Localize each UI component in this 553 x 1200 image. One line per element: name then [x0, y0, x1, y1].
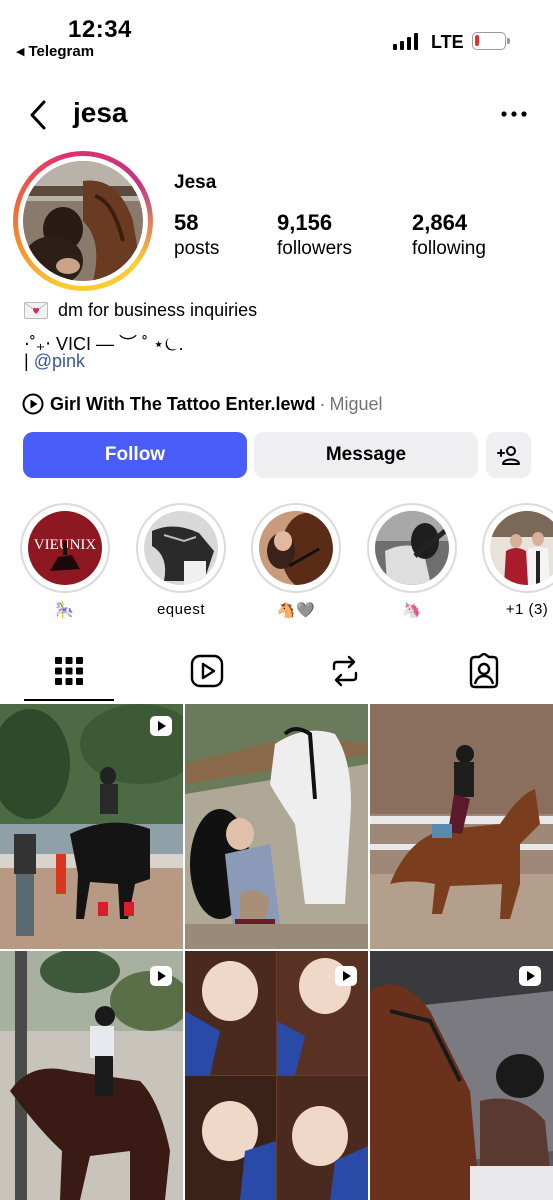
- back-app-label: Telegram: [28, 43, 95, 60]
- highlight-item[interactable]: 🐴🩶: [250, 503, 342, 619]
- tagged-icon[interactable]: [466, 653, 502, 689]
- chevron-left-icon[interactable]: [24, 98, 54, 132]
- signal-icon: [393, 33, 418, 50]
- followers-count[interactable]: 9,156 followers: [277, 210, 352, 260]
- more-horizontal-icon[interactable]: [498, 102, 530, 126]
- status-time: 12:34: [68, 16, 132, 43]
- highlight-caption: 🎠: [55, 602, 75, 619]
- bio-text-1: dm for business inquiries: [58, 300, 258, 320]
- following-value: 2,864: [412, 210, 468, 235]
- grid-post[interactable]: [0, 951, 183, 1200]
- highlight-caption: +1 (3): [505, 601, 549, 618]
- profile-username: jesa: [73, 97, 128, 128]
- status-bar: 12:34 ◀ Telegram LTE: [0, 0, 553, 70]
- followers-label: followers: [277, 238, 352, 259]
- following-label: following: [412, 238, 486, 259]
- reel-indicator-icon: [150, 966, 172, 986]
- posts-value: 58: [174, 210, 199, 235]
- followers-value: 9,156: [277, 210, 333, 235]
- profile-music[interactable]: Girl With The Tattoo Enter.lewd · Miguel: [22, 393, 383, 415]
- active-tab-indicator: [24, 699, 114, 701]
- music-separator: ·: [319, 393, 326, 414]
- reels-icon[interactable]: [189, 653, 225, 689]
- highlight-caption: 🐴🩶: [276, 602, 316, 619]
- highlight-item[interactable]: equest: [135, 503, 227, 618]
- back-triangle-icon: ◀: [16, 46, 25, 58]
- grid-post[interactable]: [370, 951, 553, 1200]
- follow-button[interactable]: Follow: [23, 432, 247, 478]
- highlight-caption: 🦄: [402, 602, 422, 619]
- battery-icon: [472, 32, 510, 50]
- add-person-icon: [496, 446, 520, 465]
- message-button[interactable]: Message: [254, 432, 478, 478]
- suggest-people-button[interactable]: [486, 432, 531, 478]
- display-name: Jesa: [174, 172, 217, 193]
- profile-avatar[interactable]: [13, 151, 153, 291]
- reposts-icon[interactable]: [327, 653, 363, 689]
- highlight-item[interactable]: 🦄: [366, 503, 458, 619]
- posts-label: posts: [174, 238, 220, 259]
- bio-prefix: |: [24, 351, 34, 371]
- grid-post[interactable]: [370, 704, 553, 949]
- grid-post[interactable]: [185, 951, 368, 1200]
- posts-count[interactable]: 58 posts: [174, 210, 219, 260]
- post-grid: [0, 704, 553, 1200]
- bio-line: dm for business inquiries: [24, 300, 257, 321]
- highlight-item[interactable]: VIEUNIX 🎠: [19, 503, 111, 619]
- grid-icon[interactable]: [51, 653, 87, 689]
- highlight-caption: equest: [156, 601, 206, 618]
- following-count[interactable]: 2,864 following: [412, 210, 486, 260]
- profile-tabs: [0, 645, 553, 703]
- music-artist: Miguel: [329, 393, 383, 414]
- highlight-item[interactable]: +1 (3): [481, 503, 553, 618]
- love-letter-icon: [24, 302, 48, 319]
- reel-indicator-icon: [335, 966, 357, 986]
- bio-mention-link[interactable]: @pink: [34, 351, 85, 371]
- reel-indicator-icon: [150, 716, 172, 736]
- grid-post[interactable]: [185, 704, 368, 949]
- music-song: Girl With The Tattoo Enter.lewd: [50, 393, 316, 414]
- play-circle-icon: [22, 393, 44, 415]
- back-to-app-link[interactable]: ◀ Telegram: [16, 43, 94, 60]
- grid-post[interactable]: [0, 704, 183, 949]
- reel-indicator-icon: [519, 966, 541, 986]
- network-label: LTE: [431, 32, 464, 52]
- bio-line-3: | @pink: [24, 351, 85, 372]
